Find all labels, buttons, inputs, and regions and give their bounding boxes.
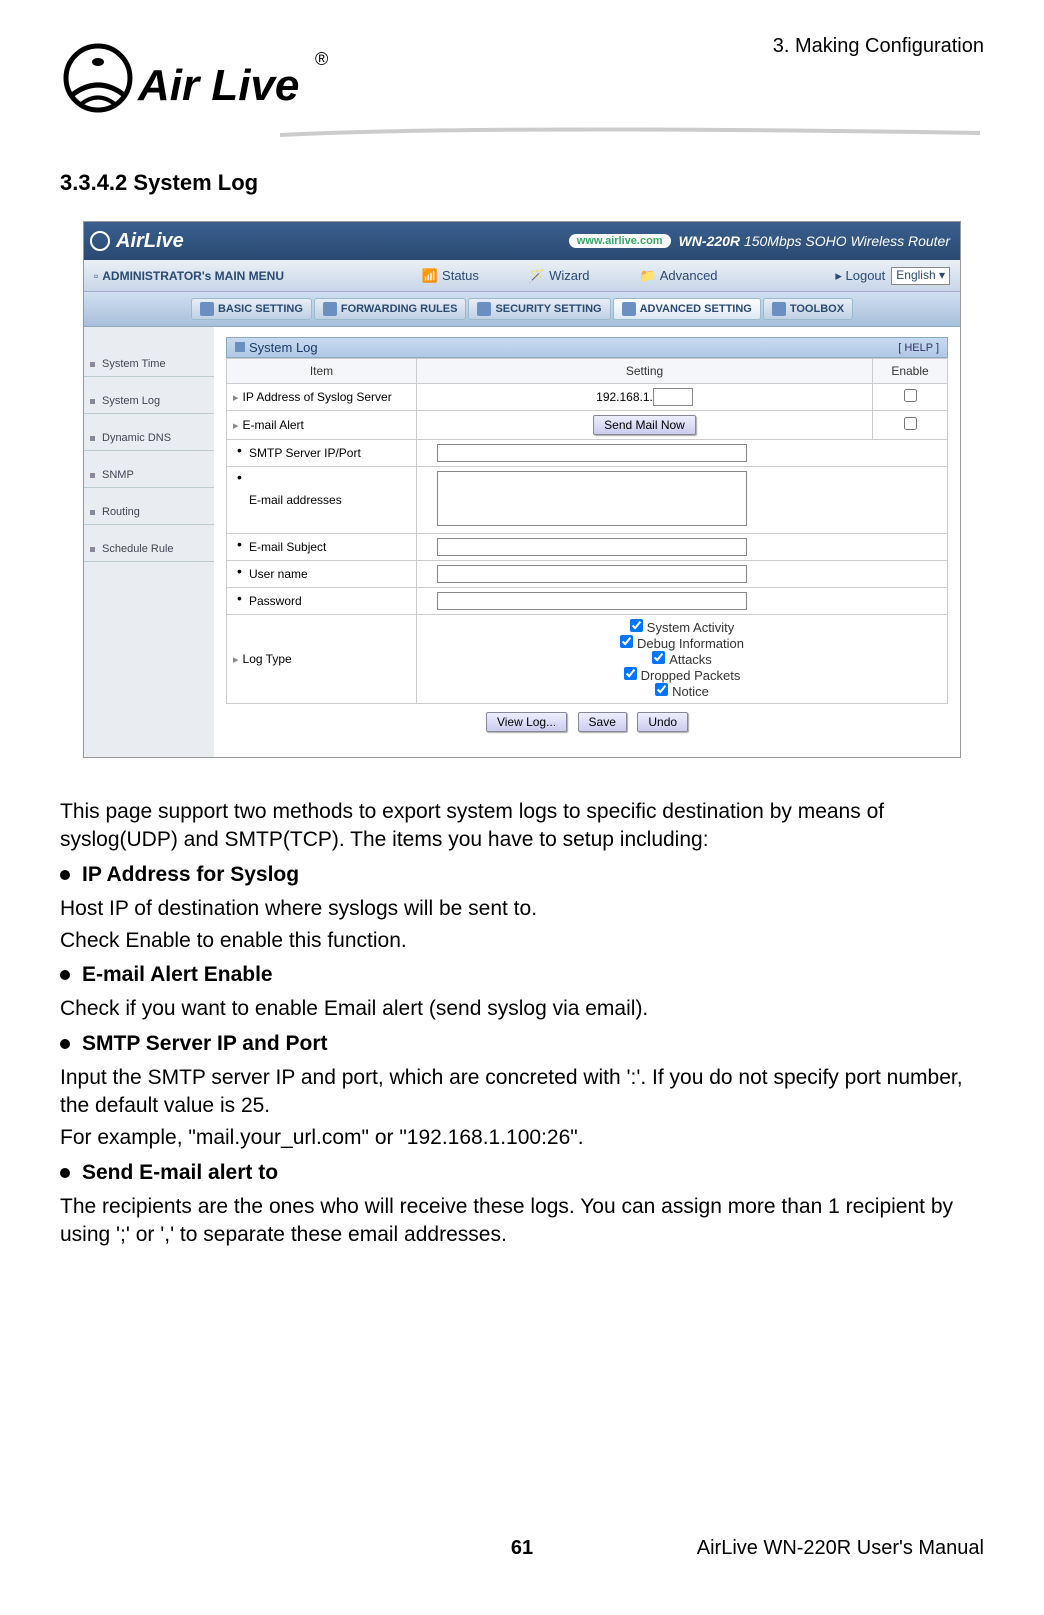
subject-input[interactable] [437,538,747,556]
bullet-smtp: SMTP Server IP and Port [60,1032,984,1056]
tab-forwarding[interactable]: FORWARDING RULES [314,298,467,320]
row-smtp: SMTP Server IP/Port [227,440,417,467]
side-schedule[interactable]: Schedule Rule [84,537,214,562]
logtype-sys[interactable]: System Activity [423,619,941,635]
p3b: For example, "mail.your_url.com" or "192… [60,1124,984,1152]
undo-button[interactable]: Undo [637,712,688,732]
logout-link[interactable]: ▸ Logout [835,268,885,284]
row-emails: E-mail addresses [227,467,417,534]
tab-toolbox[interactable]: TOOLBOX [763,298,853,320]
p3a: Input the SMTP server IP and port, which… [60,1064,984,1121]
p2: Check if you want to enable Email alert … [60,995,984,1023]
tab-basic[interactable]: BASIC SETTING [191,298,312,320]
side-system-time[interactable]: System Time [84,352,214,377]
tab-security[interactable]: SECURITY SETTING [468,298,610,320]
syslog-enable-checkbox[interactable] [904,389,917,402]
th-setting: Setting [417,359,873,384]
menu-wizard[interactable]: 🪄 Wizard [529,268,590,284]
emails-textarea[interactable] [437,471,747,526]
row-subject: E-mail Subject [227,534,417,561]
section-heading: 3.3.4.2 System Log [60,170,984,196]
help-link[interactable]: [ HELP ] [898,342,939,354]
view-log-button[interactable]: View Log... [486,712,567,732]
admin-menu-label: ▫ ADMINISTRATOR's MAIN MENU [94,269,284,283]
bullet-email-alert: E-mail Alert Enable [60,963,984,987]
intro-text: This page support two methods to export … [60,798,984,855]
logtype-debug[interactable]: Debug Information [423,635,941,651]
row-username: User name [227,561,417,588]
side-routing[interactable]: Routing [84,500,214,525]
p4: The recipients are the ones who will rec… [60,1193,984,1250]
menu-status[interactable]: 📶 Status [422,268,479,284]
logtype-attacks[interactable]: Attacks [423,651,941,667]
router-ui-screenshot: AirLive www.airlive.com WN-220R 150Mbps … [83,221,961,758]
p1b: Check Enable to enable this function. [60,927,984,955]
header-swoosh [280,125,980,141]
side-ddns[interactable]: Dynamic DNS [84,426,214,451]
side-system-log[interactable]: System Log [84,389,214,414]
th-item: Item [227,359,417,384]
row-ip-syslog: IP Address of Syslog Server [243,390,392,404]
bullet-send-to: Send E-mail alert to [60,1161,984,1185]
th-enable: Enable [873,359,948,384]
tab-advanced[interactable]: ADVANCED SETTING [613,298,761,320]
logtype-dropped[interactable]: Dropped Packets [423,667,941,683]
chapter-title: 3. Making Configuration [773,35,984,58]
page-number: 61 [511,1537,533,1560]
username-input[interactable] [437,565,747,583]
airlive-logo: Air Live ® [60,40,360,135]
logtype-notice[interactable]: Notice [423,683,941,699]
smtp-input[interactable] [437,444,747,462]
row-password: Password [227,588,417,615]
send-mail-button[interactable]: Send Mail Now [593,415,696,435]
row-email-alert: E-mail Alert [243,418,304,432]
svg-text:®: ® [315,49,328,69]
router-logo: AirLive [90,230,184,253]
row-logtype: Log Type [243,652,292,666]
language-select[interactable]: English ▾ [891,267,950,285]
side-snmp[interactable]: SNMP [84,463,214,488]
p1a: Host IP of destination where syslogs wil… [60,895,984,923]
menu-advanced[interactable]: 📁 Advanced [640,268,718,284]
save-button[interactable]: Save [578,712,627,732]
panel-title: System Log [235,340,318,355]
url-pill: www.airlive.com [569,234,671,248]
password-input[interactable] [437,592,747,610]
manual-title: AirLive WN-220R User's Manual [697,1537,984,1560]
syslog-ip-input[interactable] [653,388,693,406]
svg-text:Air Live: Air Live [137,61,299,110]
bullet-ip-syslog: IP Address for Syslog [60,863,984,887]
email-enable-checkbox[interactable] [904,417,917,430]
